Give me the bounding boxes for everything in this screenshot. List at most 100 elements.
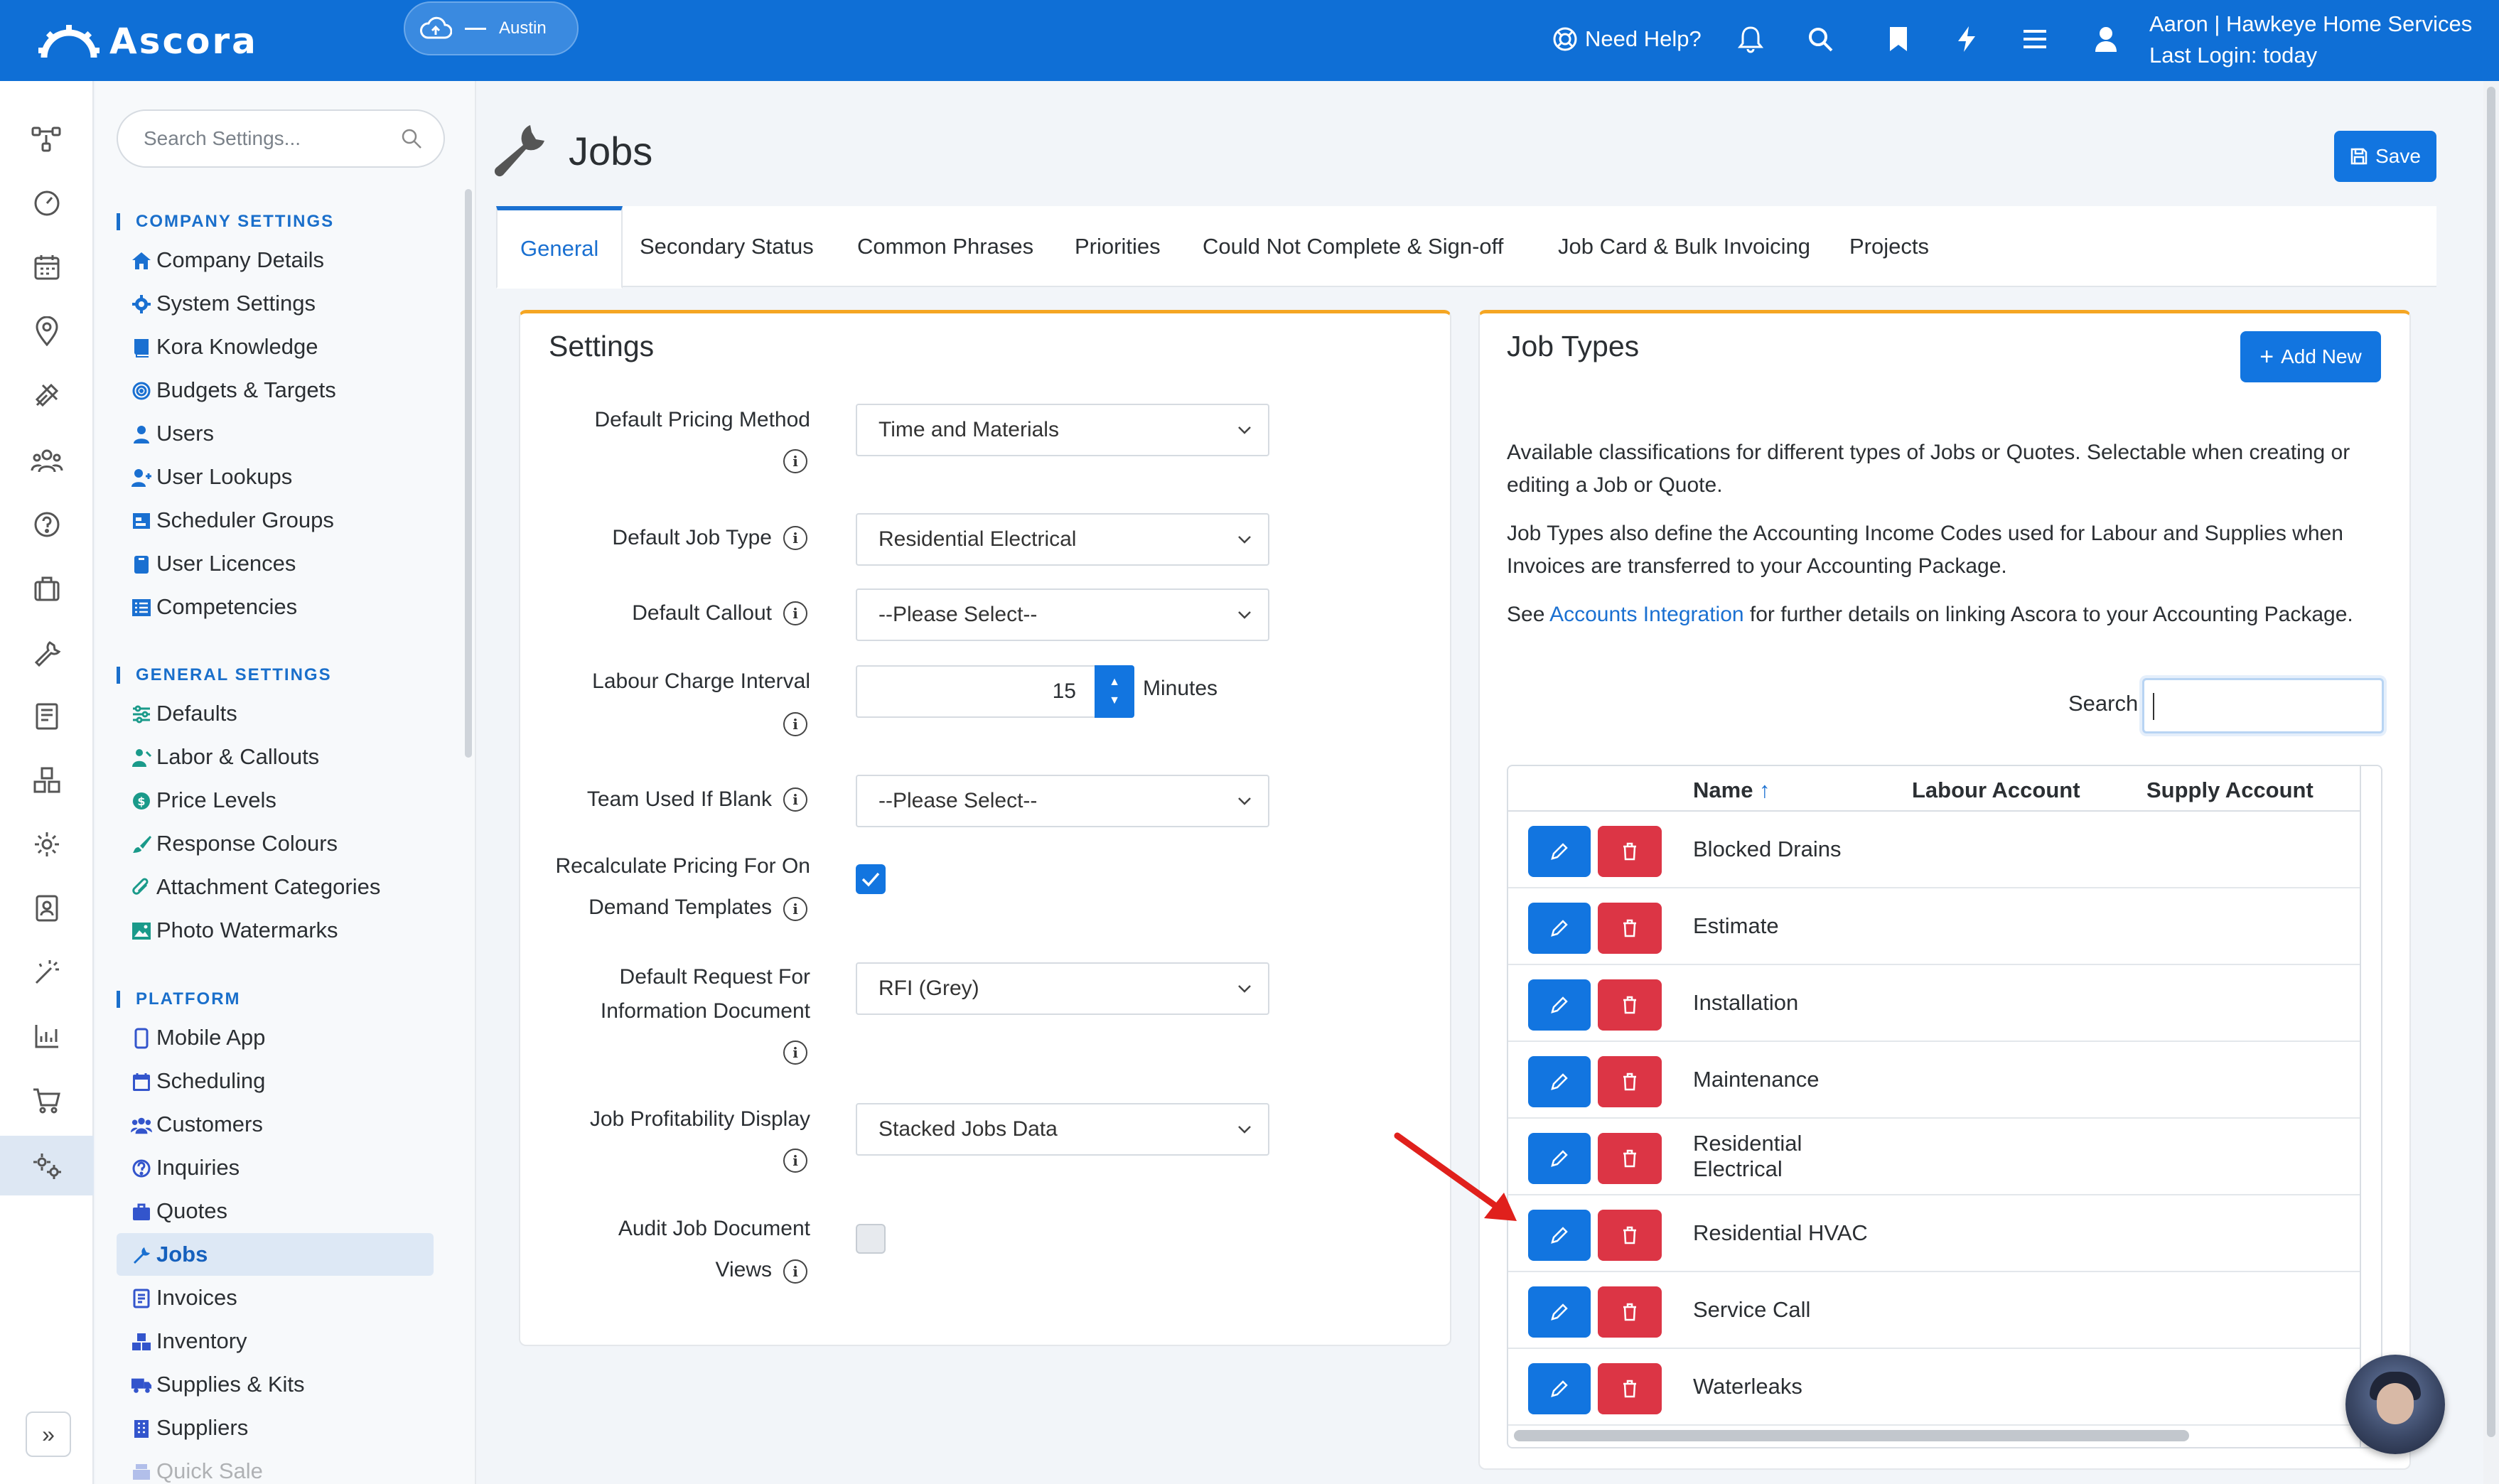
sidebar-item-user-licences[interactable]: User Licences <box>117 542 434 585</box>
tab-could-not-complete[interactable]: Could Not Complete & Sign-off <box>1203 206 1503 287</box>
info-icon[interactable]: i <box>783 1041 807 1065</box>
edit-button[interactable] <box>1528 1056 1591 1107</box>
info-icon[interactable]: i <box>783 787 807 812</box>
edit-button[interactable] <box>1528 903 1591 954</box>
delete-button[interactable] <box>1598 1363 1662 1414</box>
sidebar-item-attachment-categories[interactable]: Attachment Categories <box>117 866 434 908</box>
sidebar-item-users[interactable]: Users <box>117 412 434 455</box>
need-help-link[interactable]: Need Help? <box>1552 23 1702 55</box>
sidebar-item-photo-watermarks[interactable]: Photo Watermarks <box>117 909 434 952</box>
info-icon[interactable]: i <box>783 526 807 550</box>
default-rfi-document-select[interactable]: RFI (Grey) <box>856 962 1269 1015</box>
sidebar-item-budgets-targets[interactable]: Budgets & Targets <box>117 369 434 412</box>
info-icon[interactable]: i <box>783 1259 807 1284</box>
customers-icon[interactable] <box>26 439 68 482</box>
contact-card-icon[interactable] <box>26 887 68 930</box>
calendar-icon[interactable] <box>26 246 68 289</box>
search-icon[interactable] <box>1804 23 1837 55</box>
sidebar-item-quotes[interactable]: Quotes <box>117 1190 434 1232</box>
tab-general[interactable]: General <box>496 206 623 289</box>
user-info[interactable]: Aaron | Hawkeye Home Services Last Login… <box>2149 9 2472 71</box>
sidebar-item-mobile-app[interactable]: Mobile App <box>117 1016 434 1059</box>
sidebar-item-scheduler-groups[interactable]: Scheduler Groups <box>117 499 434 542</box>
delete-button[interactable] <box>1598 1133 1662 1184</box>
tab-priorities[interactable]: Priorities <box>1075 206 1161 287</box>
increment-arrow-icon[interactable]: ▲ <box>1109 676 1120 689</box>
delete-button[interactable] <box>1598 1286 1662 1338</box>
bookmark-icon[interactable] <box>1882 23 1915 55</box>
column-header-name[interactable]: Name ↑ <box>1693 778 1770 803</box>
user-icon[interactable] <box>2090 23 2122 55</box>
settings-gears-icon[interactable] <box>0 1136 94 1195</box>
edit-button[interactable] <box>1528 1210 1591 1261</box>
job-types-search-input[interactable] <box>2142 678 2384 733</box>
sidebar-item-scheduling[interactable]: Scheduling <box>117 1060 434 1102</box>
default-callout-select[interactable]: --Please Select-- <box>856 588 1269 641</box>
assistant-avatar[interactable] <box>2345 1355 2445 1454</box>
sidebar-item-customers[interactable]: Customers <box>117 1103 434 1146</box>
add-new-button[interactable]: + Add New <box>2240 331 2381 382</box>
sidebar-item-price-levels[interactable]: $ Price Levels <box>117 779 434 822</box>
delete-button[interactable] <box>1598 826 1662 877</box>
info-icon[interactable]: i <box>783 712 807 736</box>
tab-secondary-status[interactable]: Secondary Status <box>640 206 814 287</box>
column-header-labour-account[interactable]: Labour Account <box>1912 778 2080 803</box>
save-button[interactable]: Save <box>2334 131 2436 182</box>
edit-button[interactable] <box>1528 826 1591 877</box>
sidebar-item-jobs[interactable]: Jobs <box>117 1233 434 1276</box>
audit-views-checkbox[interactable] <box>856 1224 886 1254</box>
menu-icon[interactable] <box>2019 23 2051 55</box>
shopping-cart-icon[interactable] <box>26 1079 68 1122</box>
sidebar-item-competencies[interactable]: Competencies <box>117 586 434 628</box>
briefcase-icon[interactable] <box>26 567 68 610</box>
edit-button[interactable] <box>1528 1133 1591 1184</box>
sidebar-item-invoices[interactable]: Invoices <box>117 1276 434 1319</box>
recalc-pricing-checkbox[interactable] <box>856 864 886 894</box>
default-job-type-select[interactable]: Residential Electrical <box>856 513 1269 566</box>
inventory-boxes-icon[interactable] <box>26 759 68 802</box>
delete-button[interactable] <box>1598 979 1662 1031</box>
labour-charge-interval-stepper[interactable]: ▲ ▼ <box>1095 665 1134 718</box>
settings-gear-icon[interactable] <box>26 823 68 866</box>
grid-vertical-scrollbar[interactable] <box>2360 766 2381 1447</box>
reports-chart-icon[interactable] <box>26 1015 68 1058</box>
location-selector[interactable]: Austin <box>404 1 579 55</box>
settings-search-input[interactable]: Search Settings... <box>117 109 445 168</box>
decrement-arrow-icon[interactable]: ▼ <box>1109 694 1120 707</box>
info-icon[interactable]: i <box>783 601 807 625</box>
accounts-integration-link[interactable]: Accounts Integration <box>1549 603 1744 626</box>
sidebar-item-response-colours[interactable]: Response Colours <box>117 822 434 865</box>
invoice-icon[interactable] <box>26 695 68 738</box>
tab-job-card-bulk-invoicing[interactable]: Job Card & Bulk Invoicing <box>1558 206 1810 287</box>
lightning-icon[interactable] <box>1950 23 1983 55</box>
map-pin-icon[interactable] <box>26 310 68 353</box>
bell-icon[interactable] <box>1734 23 1767 55</box>
team-used-if-blank-select[interactable]: --Please Select-- <box>856 775 1269 827</box>
sidebar-item-inquiries[interactable]: Inquiries <box>117 1146 434 1189</box>
info-icon[interactable]: i <box>783 1149 807 1173</box>
magic-wand-icon[interactable] <box>26 951 68 994</box>
sidebar-item-defaults[interactable]: Defaults <box>117 692 434 735</box>
sidebar-item-company-details[interactable]: Company Details <box>117 239 434 281</box>
sidebar-item-supplies-kits[interactable]: Supplies & Kits <box>117 1363 434 1406</box>
delete-button[interactable] <box>1598 1210 1662 1261</box>
app-logo[interactable]: Ascora <box>38 18 258 64</box>
edit-button[interactable] <box>1528 1363 1591 1414</box>
info-icon[interactable]: i <box>783 449 807 473</box>
sidebar-item-kora-knowledge[interactable]: Kora Knowledge <box>117 326 434 368</box>
info-icon[interactable]: i <box>783 897 807 921</box>
help-question-icon[interactable] <box>26 503 68 546</box>
edit-button[interactable] <box>1528 1286 1591 1338</box>
job-profitability-select[interactable]: Stacked Jobs Data <box>856 1103 1269 1156</box>
dashboard-gauge-icon[interactable] <box>26 182 68 225</box>
expand-rail-button[interactable]: » <box>26 1412 71 1457</box>
sidebar-item-user-lookups[interactable]: User Lookups <box>117 456 434 498</box>
sidebar-item-system-settings[interactable]: System Settings <box>117 282 434 325</box>
tools-icon[interactable] <box>26 374 68 416</box>
default-pricing-method-select[interactable]: Time and Materials <box>856 404 1269 456</box>
grid-horizontal-scrollbar[interactable] <box>1514 1430 2189 1441</box>
sidebar-item-inventory[interactable]: Inventory <box>117 1320 434 1362</box>
sidebar-item-quick-sale[interactable]: Quick Sale <box>117 1450 434 1484</box>
sidebar-item-labor-callouts[interactable]: Labor & Callouts <box>117 736 434 778</box>
page-scrollbar-thumb[interactable] <box>2487 87 2495 1437</box>
